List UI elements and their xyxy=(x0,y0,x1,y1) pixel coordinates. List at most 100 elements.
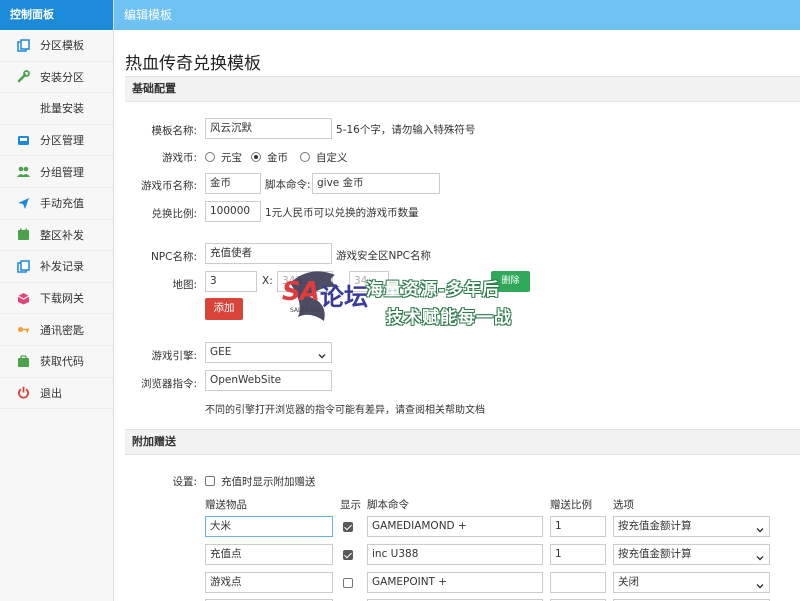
browser-cmd-hint: 不同的引擎打开浏览器的指令可能有差异，请查阅相关帮助文档 xyxy=(205,405,485,416)
sidebar-item-label: 批量安装 xyxy=(40,102,84,116)
power-icon xyxy=(16,386,30,400)
engine-select[interactable]: GEE xyxy=(205,342,332,363)
sidebar-item-download-gateway[interactable]: 下载网关 xyxy=(0,283,113,315)
add-button[interactable]: 添加 xyxy=(205,298,243,320)
bonus-cmd-input[interactable]: inc U388 xyxy=(367,544,543,565)
show-bonus-checkbox[interactable] xyxy=(205,476,215,486)
sidebar-item-label: 退出 xyxy=(40,386,62,400)
currency-radio-gold[interactable] xyxy=(251,152,261,162)
sidebar-item-batch-install[interactable]: 批量安装 xyxy=(0,93,113,125)
bonus-option-value: 按充值金额计算 xyxy=(618,520,692,532)
bonus-show-checkbox[interactable] xyxy=(343,522,353,532)
col-head-show: 显示 xyxy=(340,499,361,511)
sidebar-item-label: 手动充值 xyxy=(40,197,84,211)
sidebar-item-label: 安装分区 xyxy=(40,70,84,84)
chevron-down-icon xyxy=(318,348,326,367)
bonus-option-select[interactable]: 关闭 xyxy=(613,572,770,593)
main-content: 热血传奇兑换模板 基础配置 模板名称: 风云沉默 5-16个字，请勿输入特殊符号… xyxy=(114,30,800,601)
users-icon xyxy=(16,165,30,179)
template-name-label: 模板名称: xyxy=(151,125,197,137)
ratio-label: 兑换比例: xyxy=(151,208,197,220)
template-name-input[interactable]: 风云沉默 xyxy=(205,118,332,139)
bonus-item-input[interactable]: 游戏点 xyxy=(205,572,333,593)
sidebar-item-group-manage[interactable]: 分组管理 xyxy=(0,156,113,188)
bonus-show-checkbox[interactable] xyxy=(343,578,353,588)
sidebar-item-label: 补发记录 xyxy=(40,260,84,274)
copy-icon xyxy=(16,38,30,52)
npc-name-input[interactable]: 充值使者 xyxy=(205,243,332,264)
bonus-option-value: 关闭 xyxy=(618,576,639,588)
currency-option-custom: 自定义 xyxy=(316,152,348,164)
browser-cmd-label: 浏览器指令: xyxy=(140,378,197,390)
template-name-hint: 5-16个字，请勿输入特殊符号 xyxy=(336,124,476,136)
sidebar-item-label: 获取代码 xyxy=(40,355,84,369)
currency-radio-yuanbao[interactable] xyxy=(205,152,215,162)
sidebar-item-label: 下载网关 xyxy=(40,292,84,306)
send-icon xyxy=(16,196,30,210)
sidebar-item-get-code[interactable]: 获取代码 xyxy=(0,346,113,378)
bonus-cmd-input[interactable]: GAMEPOINT + xyxy=(367,572,543,593)
engine-select-value: GEE xyxy=(210,346,232,358)
currency-label: 游戏币: xyxy=(161,152,197,164)
key-icon xyxy=(16,323,30,337)
section-basic-config: 基础配置 xyxy=(125,76,800,102)
browser-cmd-input[interactable]: OpenWebSite xyxy=(205,370,332,391)
ratio-hint: 1元人民币可以兑换的游戏币数量 xyxy=(265,207,419,219)
ratio-input[interactable]: 100000 xyxy=(205,201,261,222)
currency-radio-custom[interactable] xyxy=(300,152,310,162)
col-head-ratio: 赠送比例 xyxy=(550,499,592,511)
sidebar-item-install[interactable]: 安装分区 xyxy=(0,62,113,94)
bonus-ratio-input[interactable]: 1 xyxy=(550,516,606,537)
sidebar-item-reissue[interactable]: 整区补发 xyxy=(0,220,113,252)
bonus-option-select[interactable]: 按充值金额计算 xyxy=(613,516,770,537)
map-label: 地图: xyxy=(172,279,197,291)
y-input[interactable]: 34 xyxy=(349,271,389,292)
currency-option-yuanbao: 元宝 xyxy=(221,152,242,164)
inbox-icon xyxy=(16,133,30,147)
calendar-icon xyxy=(16,228,30,242)
sidebar-item-label: 整区补发 xyxy=(40,228,84,242)
sidebar-item-logout[interactable]: 退出 xyxy=(0,378,113,410)
col-head-item: 赠送物品 xyxy=(205,499,247,511)
npc-name-hint: 游戏安全区NPC名称 xyxy=(336,250,432,262)
page-title: 热血传奇兑换模板 xyxy=(125,54,261,74)
bonus-cmd-input[interactable]: GAMEDIAMOND + xyxy=(367,516,543,537)
col-head-option: 选项 xyxy=(613,499,634,511)
engine-label: 游戏引擎: xyxy=(151,350,197,362)
bonus-item-input[interactable]: 大米 xyxy=(205,516,333,537)
code-icon xyxy=(16,354,30,368)
map-input[interactable]: 3 xyxy=(205,271,257,292)
section-bonus: 附加赠送 xyxy=(125,429,800,455)
sidebar-item-comm-key[interactable]: 通讯密匙 xyxy=(0,314,113,346)
sidebar-item-label: 分区模板 xyxy=(40,39,84,53)
x-label: X: xyxy=(262,275,273,287)
sidebar-item-manual-recharge[interactable]: 手动充值 xyxy=(0,188,113,220)
currency-option-gold: 金币 xyxy=(267,152,288,164)
npc-name-label: NPC名称: xyxy=(150,251,197,263)
bonus-ratio-input[interactable] xyxy=(550,572,606,593)
currency-name-input[interactable]: 金币 xyxy=(205,173,261,194)
sidebar-item-label: 通讯密匙 xyxy=(40,323,84,337)
bonus-ratio-input[interactable]: 1 xyxy=(550,544,606,565)
delete-button[interactable]: 删除 xyxy=(491,271,530,292)
bonus-show-checkbox[interactable] xyxy=(343,550,353,560)
script-cmd-input[interactable]: give 金币 xyxy=(312,173,440,194)
sidebar-item-reissue-log[interactable]: 补发记录 xyxy=(0,251,113,283)
sidebar-item-label: 分区管理 xyxy=(40,134,84,148)
chevron-down-icon xyxy=(756,522,764,541)
sidebar-title: 控制面板 xyxy=(0,0,113,30)
sidebar-item-label: 分组管理 xyxy=(40,165,84,179)
chevron-down-icon xyxy=(756,550,764,569)
chevron-down-icon xyxy=(756,578,764,597)
copy-icon xyxy=(16,259,30,273)
x-input[interactable]: 343 xyxy=(277,271,333,292)
bonus-option-value: 按充值金额计算 xyxy=(618,548,692,560)
settings-label: 设置: xyxy=(172,476,197,488)
sidebar-item-template[interactable]: 分区模板 xyxy=(0,30,113,62)
sidebar-item-partition-manage[interactable]: 分区管理 xyxy=(0,125,113,157)
bonus-item-input[interactable]: 充值点 xyxy=(205,544,333,565)
box-icon xyxy=(16,291,30,305)
script-cmd-label: 脚本命令: xyxy=(265,179,311,191)
bonus-option-select[interactable]: 按充值金额计算 xyxy=(613,544,770,565)
currency-name-label: 游戏币名称: xyxy=(140,180,197,192)
